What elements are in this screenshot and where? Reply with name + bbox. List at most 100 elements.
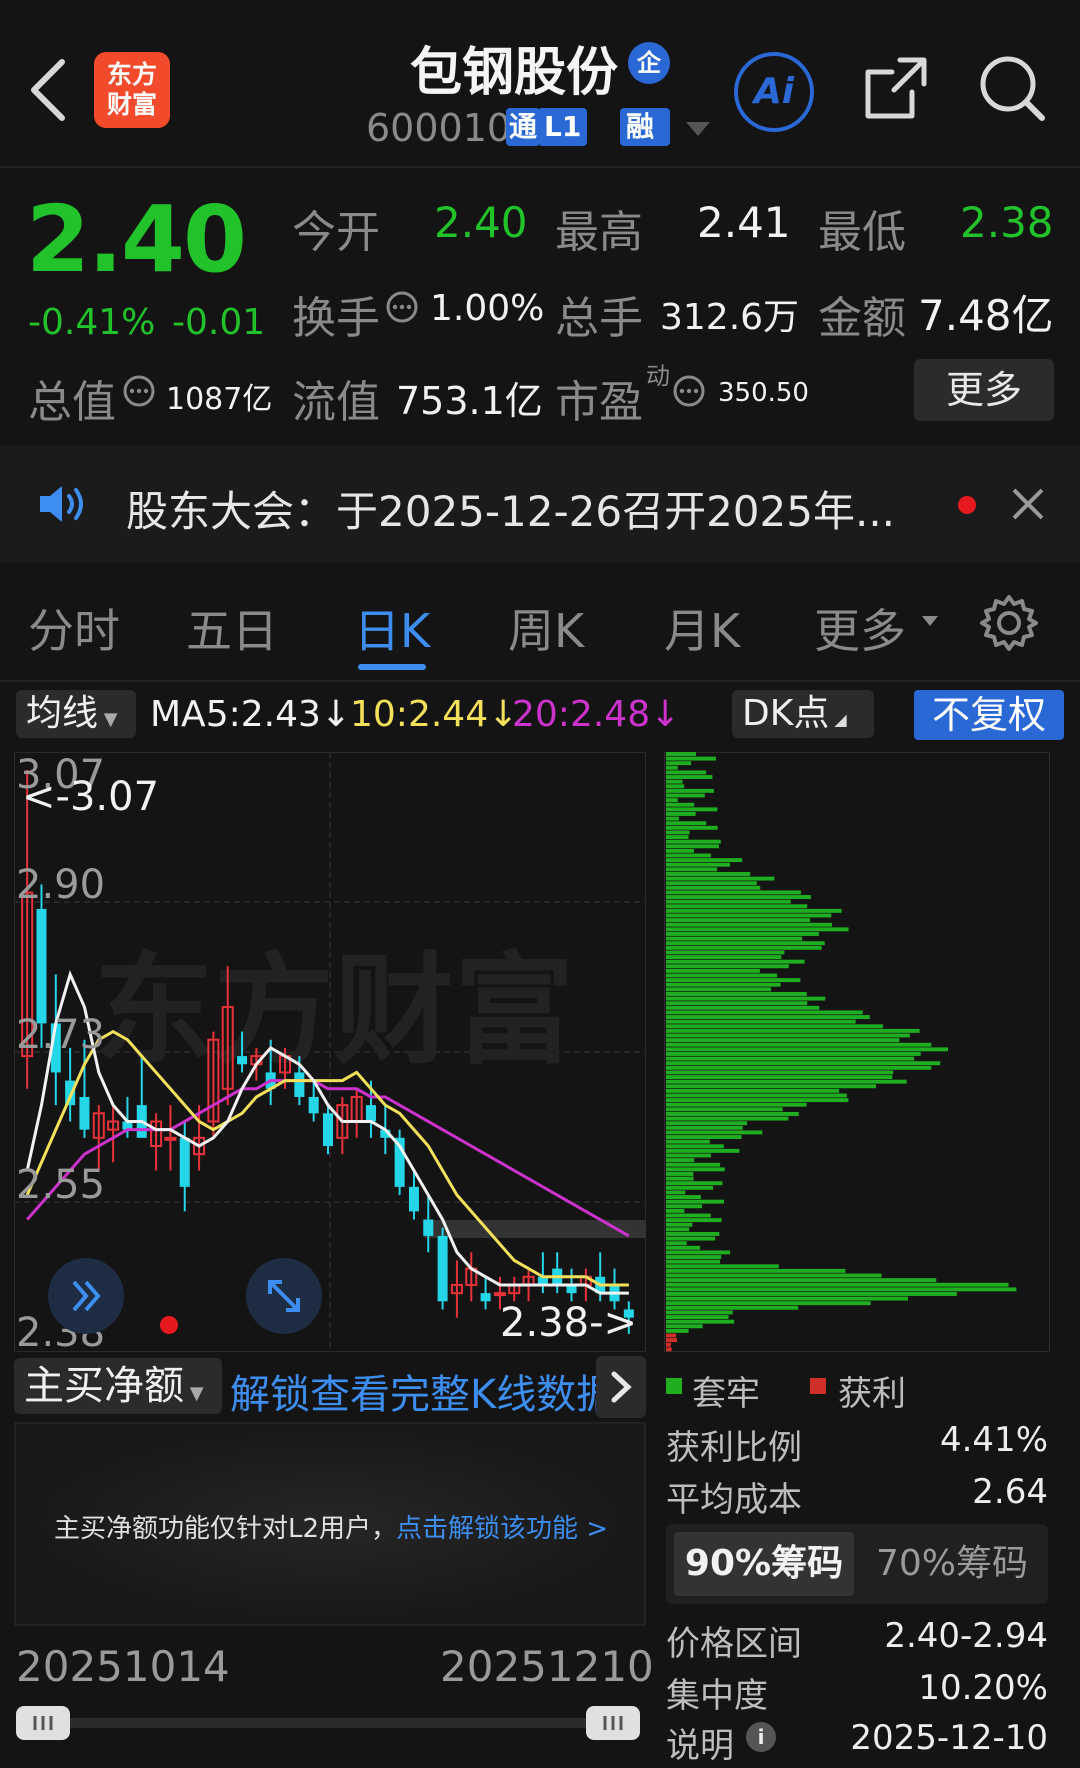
chip-bar [666, 941, 825, 946]
chip-bar [666, 1292, 957, 1296]
candle-body [36, 908, 47, 1024]
unlock-feature-link[interactable]: 点击解锁该功能 > [396, 1508, 608, 1545]
pe-label: 市盈 [555, 377, 643, 428]
logo-text-line1: 东方 [106, 60, 157, 89]
tab-70-chips[interactable]: 70%筹码 [862, 1532, 1042, 1596]
ai-button[interactable]: Ai [734, 52, 814, 132]
notice-text[interactable]: 股东大会：于2025-12-26召开2025年... [126, 478, 895, 539]
amount-label: 金额 [818, 293, 906, 344]
info-circle-icon[interactable] [672, 374, 706, 408]
legend-profit: 获利 [838, 1374, 906, 1414]
legend-green-swatch [666, 1378, 682, 1394]
fullscreen-button[interactable] [246, 1258, 322, 1334]
chip-bar [666, 1144, 724, 1149]
notice-bar[interactable]: 股东大会：于2025-12-26召开2025年... [0, 446, 1080, 562]
y-axis-label-3: 2.73 [16, 1012, 106, 1058]
chip-bar [666, 1033, 910, 1038]
chip-bar [666, 1088, 840, 1093]
net-buy-dropdown[interactable]: 主买净额 ▼ [14, 1358, 222, 1414]
chip-bar [666, 1167, 725, 1172]
chip-bar [666, 872, 751, 876]
mktcap-label: 总值 [28, 377, 116, 428]
candle-body [322, 1113, 334, 1146]
chip-bar [666, 1287, 1017, 1292]
profit-ratio-value: 4.41% [939, 1420, 1048, 1460]
chip-bar [666, 1213, 711, 1218]
chip-bar [666, 1315, 729, 1319]
search-icon[interactable] [976, 52, 1048, 124]
chip-bar [666, 775, 713, 779]
chip-bar [666, 798, 678, 803]
chip-bar [666, 862, 731, 867]
change-percent: -0.41% [28, 302, 156, 343]
chip-distribution-chart[interactable] [664, 752, 1050, 1352]
chip-bar [666, 867, 718, 872]
candle-body [179, 1137, 190, 1187]
tab-five-day[interactable]: 五日 [186, 595, 278, 661]
tab-weekly-k[interactable]: 周K [508, 595, 584, 661]
low-label: 最低 [818, 207, 906, 258]
range-slider-right-handle[interactable] [586, 1706, 640, 1740]
unlock-kline-link[interactable]: 解锁查看完整K线数据 [230, 1362, 616, 1420]
chip-bar [666, 927, 849, 932]
chip-bar [666, 839, 721, 844]
range-slider-track[interactable] [34, 1718, 634, 1728]
avg-cost-value: 2.64 [972, 1472, 1048, 1512]
tab-more[interactable]: 更多 [814, 595, 906, 661]
chip-bar [666, 1199, 724, 1204]
range-slider-left-handle[interactable] [16, 1706, 70, 1740]
forward-button[interactable] [48, 1258, 124, 1334]
candle-body [365, 1105, 376, 1122]
chip-bar [666, 1342, 672, 1347]
chevron-right-icon [611, 1371, 632, 1403]
chip-tab-group: 90%筹码 70%筹码 [666, 1524, 1048, 1604]
note-date-value: 2025-12-10 [850, 1718, 1048, 1758]
chip-bar [666, 1310, 733, 1315]
legend-trapped: 套牢 [692, 1374, 760, 1414]
chevron-down-icon[interactable] [684, 120, 712, 138]
chip-bar [666, 959, 805, 964]
adjust-toggle-button[interactable]: 不复权 [914, 690, 1064, 740]
close-icon[interactable] [1010, 486, 1046, 522]
event-dot[interactable] [160, 1316, 178, 1334]
speaker-icon [40, 486, 83, 522]
tab-daily-k[interactable]: 日K [354, 595, 430, 661]
tab-monthly-k[interactable]: 月K [664, 595, 740, 661]
start-date: 20251014 [16, 1642, 230, 1691]
concentration-value: 10.20% [918, 1668, 1048, 1708]
chip-bar [666, 1296, 909, 1301]
chip-bar [666, 945, 822, 950]
expand-right-button[interactable] [596, 1356, 646, 1418]
chip-bar [666, 936, 803, 941]
volume-value: 312.6万 [660, 297, 800, 338]
info-circle-icon[interactable] [122, 374, 156, 408]
avg-cost-label: 平均成本 [666, 1480, 802, 1520]
chip-bar [666, 1102, 807, 1107]
change-amount: -0.01 [172, 302, 266, 343]
chip-bar [666, 964, 789, 969]
chip-bar [666, 821, 707, 826]
info-icon[interactable]: i [746, 1722, 776, 1752]
chip-bar [666, 1227, 690, 1232]
chip-bar [666, 1324, 703, 1329]
settings-icon[interactable] [978, 592, 1040, 654]
info-circle-icon[interactable] [385, 290, 419, 324]
expand-icon [268, 1280, 300, 1312]
float-label: 流值 [292, 377, 380, 428]
chip-bar [666, 1093, 847, 1098]
chip-bar [666, 761, 692, 766]
chip-bar [666, 1112, 799, 1116]
active-tab-indicator [358, 664, 426, 670]
tab-intraday[interactable]: 分时 [28, 595, 120, 661]
back-arrow-icon[interactable] [28, 58, 68, 122]
chip-bar [666, 1301, 871, 1306]
chip-bar [666, 1116, 789, 1121]
chip-bar [666, 913, 832, 918]
share-icon[interactable] [860, 52, 932, 124]
more-quote-button[interactable]: 更多 [914, 359, 1054, 421]
dk-dropdown[interactable]: DK点 ◢ [732, 690, 874, 738]
chip-bar [666, 816, 679, 821]
ma-dropdown[interactable]: 均线 ▼ [16, 690, 136, 738]
chip-bar [666, 1001, 808, 1006]
tab-90-chips[interactable]: 90%筹码 [674, 1532, 854, 1596]
